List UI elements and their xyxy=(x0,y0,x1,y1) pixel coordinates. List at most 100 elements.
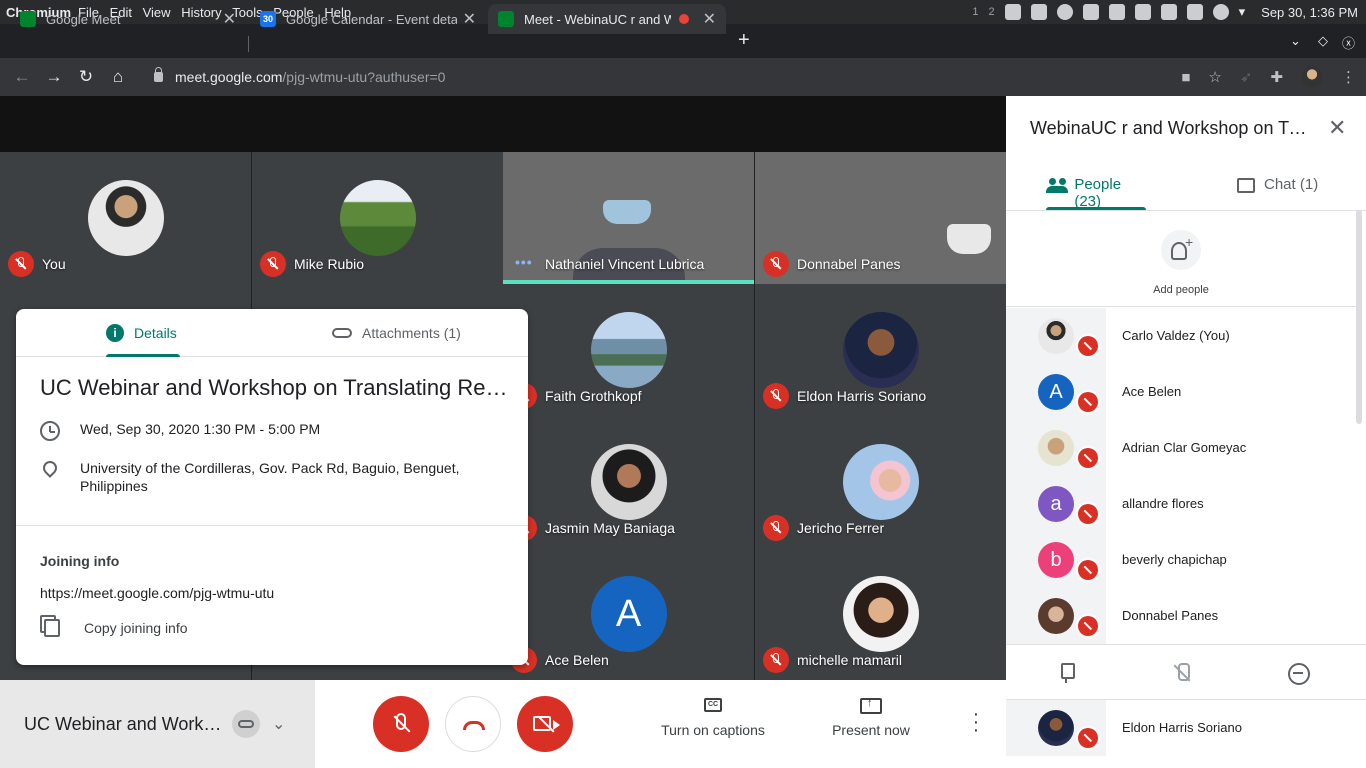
close-icon[interactable]: ✕ xyxy=(223,9,236,29)
window-close-button[interactable]: ⓧ xyxy=(1342,33,1355,52)
participant-actions xyxy=(1006,644,1366,700)
tab-search-chevron-icon[interactable]: ⌄ xyxy=(1290,33,1301,49)
list-item[interactable]: Adrian Clar Gomeyac xyxy=(1006,420,1356,476)
list-item[interactable]: Eldon Harris Soriano xyxy=(1006,700,1356,756)
mute-participant-icon[interactable] xyxy=(1170,661,1194,685)
face-mask xyxy=(947,224,991,254)
list-item[interactable]: A Ace Belen xyxy=(1006,364,1356,420)
more-options-icon[interactable]: · · · xyxy=(968,704,984,740)
participant-tile[interactable]: Jasmin May Baniaga xyxy=(503,416,754,548)
avatar xyxy=(1038,598,1074,634)
clipboard-icon[interactable] xyxy=(1134,4,1151,20)
media-play-icon[interactable] xyxy=(1056,4,1073,20)
participant-name: Ace Belen xyxy=(545,652,609,668)
meeting-title-short: UC Webinar and Works... xyxy=(24,713,222,734)
panel-scrollbar[interactable] xyxy=(1356,210,1362,424)
shield-icon[interactable] xyxy=(1108,4,1125,20)
participant-video-tile[interactable]: ••• Nathaniel Vincent Lubrica xyxy=(503,152,754,284)
lock-icon[interactable] xyxy=(154,67,163,82)
participant-tile[interactable]: Eldon Harris Soriano xyxy=(755,284,1006,416)
hang-up-icon xyxy=(463,721,485,730)
workspace-1[interactable]: 1 xyxy=(972,6,978,18)
tab-label: People (23) xyxy=(1074,176,1122,210)
avatar: A xyxy=(1038,374,1074,410)
profile-avatar[interactable] xyxy=(1301,66,1323,88)
avatar: a xyxy=(1038,486,1074,522)
speaking-indicator-icon: ••• xyxy=(515,254,533,270)
workspace-2[interactable]: 2 xyxy=(989,6,995,18)
close-icon[interactable]: ✕ xyxy=(703,9,716,29)
meeting-title: UC Webinar and Workshop on Translating R… xyxy=(40,375,508,400)
list-item[interactable]: a allandre flores xyxy=(1006,476,1356,532)
telegram-icon[interactable] xyxy=(1082,4,1099,20)
participant-tile[interactable]: Jericho Ferrer xyxy=(755,416,1006,548)
back-button[interactable]: ← xyxy=(6,67,38,87)
tab-meet-webinar[interactable]: Meet - WebinaUC r and Workshop on Transl… xyxy=(488,4,726,34)
wifi-icon[interactable] xyxy=(1212,4,1229,20)
copy-joining-info-button[interactable]: Copy joining info xyxy=(40,619,188,637)
details-tabs: i Details Attachments (1) xyxy=(16,309,528,357)
extension-arrow-icon[interactable]: ➶ xyxy=(1240,68,1253,86)
add-people-button[interactable]: Add people xyxy=(1006,224,1356,296)
captions-button[interactable]: CC Turn on captions xyxy=(648,698,778,738)
tab-google-calendar[interactable]: 30 Google Calendar - Event details ✕ xyxy=(250,4,486,34)
mic-off-icon xyxy=(1076,446,1100,470)
meeting-controls: UC Webinar and Works... ⌄ CC Turn on cap… xyxy=(0,680,1006,768)
participant-tile[interactable]: You xyxy=(0,152,251,284)
list-item[interactable]: Carlo Valdez (You) xyxy=(1006,308,1356,364)
list-item[interactable]: Donnabel Panes xyxy=(1006,588,1356,644)
mic-off-icon xyxy=(763,383,789,409)
clock[interactable]: Sep 30, 1:36 PM xyxy=(1261,5,1358,20)
address-bar[interactable]: meet.google.com/pjg-wtmu-utu?authuser=0 xyxy=(140,62,1280,92)
clock-icon xyxy=(40,421,60,441)
tab-title: Meet - WebinaUC r and Workshop on Transl… xyxy=(524,11,671,27)
people-list-continued: Eldon Harris Soriano xyxy=(1006,700,1356,756)
mic-off-icon xyxy=(1076,614,1100,638)
attachment-icon[interactable] xyxy=(232,710,260,738)
meeting-details-toggle[interactable]: UC Webinar and Works... ⌄ xyxy=(0,680,315,768)
microphone-toggle-button[interactable] xyxy=(373,696,429,752)
forward-button[interactable]: → xyxy=(38,67,70,87)
participant-tile[interactable]: Faith Grothkopf xyxy=(503,284,754,416)
tab-attachments[interactable]: Attachments (1) xyxy=(332,309,472,357)
pin-icon[interactable] xyxy=(1054,661,1078,685)
joining-url[interactable]: https://meet.google.com/pjg-wtmu-utu xyxy=(40,585,274,601)
meeting-location-row: University of the Cordilleras, Gov. Pack… xyxy=(40,458,480,495)
tab-google-meet[interactable]: Google Meet ✕ xyxy=(10,4,246,34)
camera-icon[interactable]: ■ xyxy=(1181,69,1190,86)
leave-call-button[interactable] xyxy=(445,696,501,752)
participant-tile[interactable]: michelle mamaril xyxy=(755,548,1006,680)
camera-toggle-button[interactable] xyxy=(517,696,573,752)
new-tab-button[interactable]: + xyxy=(738,29,750,52)
microphone-icon[interactable] xyxy=(1186,4,1203,20)
location-pin-icon xyxy=(40,458,60,478)
close-icon[interactable]: ✕ xyxy=(1328,115,1346,141)
puzzle-icon[interactable]: ✚ xyxy=(1270,68,1283,86)
star-icon[interactable]: ☆ xyxy=(1208,68,1221,86)
tab-chat[interactable]: Chat (1) xyxy=(1237,162,1321,210)
close-icon[interactable]: ✕ xyxy=(463,9,476,29)
chevron-down-icon[interactable]: ⌄ xyxy=(272,714,285,734)
kebab-menu-icon[interactable]: ⋮ xyxy=(1341,68,1356,86)
tab-details[interactable]: i Details xyxy=(106,309,180,357)
meeting-location: University of the Cordilleras, Gov. Pack… xyxy=(80,460,460,494)
person-name: beverly chapichap xyxy=(1122,552,1227,567)
discord-icon[interactable] xyxy=(1030,4,1047,20)
home-button[interactable]: ⌂ xyxy=(102,67,134,87)
participant-video-tile[interactable]: Donnabel Panes xyxy=(755,152,1006,284)
reload-button[interactable]: ↻ xyxy=(70,67,102,87)
participant-name: Eldon Harris Soriano xyxy=(797,388,927,404)
present-icon xyxy=(860,697,882,714)
participant-tile[interactable]: A Ace Belen xyxy=(503,548,754,680)
participant-tile[interactable]: Mike Rubio xyxy=(252,152,503,284)
volume-icon[interactable] xyxy=(1160,4,1177,20)
chevron-down-icon[interactable]: ▾ xyxy=(1239,4,1246,20)
diamond-icon[interactable]: ◇ xyxy=(1318,33,1328,49)
remove-participant-icon[interactable] xyxy=(1286,661,1310,685)
alarm-icon[interactable] xyxy=(1004,4,1021,20)
present-now-button[interactable]: Present now xyxy=(806,697,936,738)
avatar xyxy=(339,180,416,256)
tab-people[interactable]: People (23) xyxy=(1046,162,1146,210)
list-item[interactable]: b beverly chapichap xyxy=(1006,532,1356,588)
participant-name: Jasmin May Baniaga xyxy=(545,520,675,536)
